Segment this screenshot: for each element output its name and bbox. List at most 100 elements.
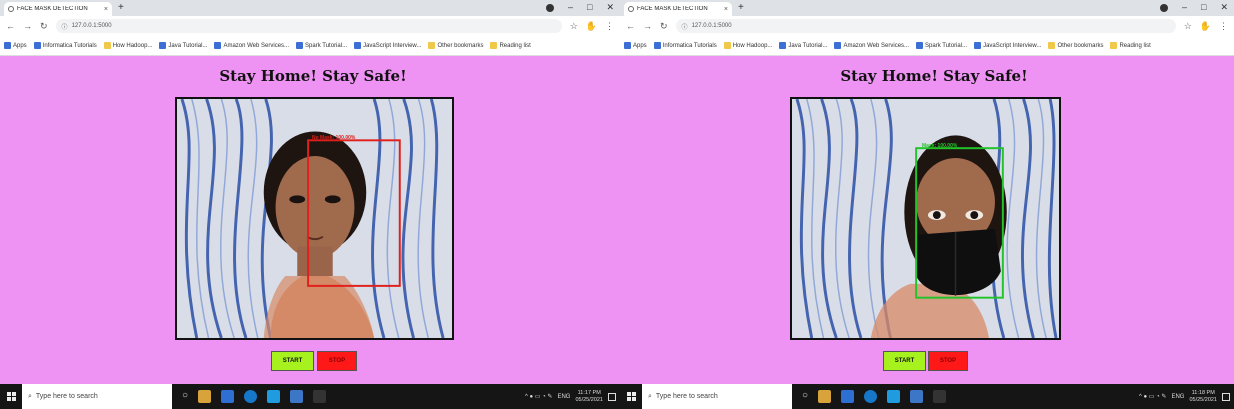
folder-icon [103,42,111,49]
bookmark-item[interactable]: Spark Tutorial... [916,42,967,49]
close-tab-icon[interactable]: × [724,6,728,13]
start-button[interactable]: START [271,351,314,371]
start-button[interactable]: START [883,351,926,371]
app-icon[interactable] [267,390,281,403]
address-bar[interactable]: ⓘ 127.0.0.1:5000 [55,19,562,33]
reload-icon[interactable]: ↻ [40,21,48,32]
screen-right: FACE MASK DETECTION × + – □ ✕ ← → ↻ ⓘ 12… [620,0,1234,409]
bookmark-item[interactable]: How Hadoop... [103,42,152,49]
record-icon [1160,4,1168,12]
forward-icon[interactable]: → [23,21,32,31]
tab-strip: FACE MASK DETECTION × + – □ ✕ [0,0,620,16]
bookmark-icon [779,42,787,49]
file-explorer-icon[interactable] [818,390,832,403]
taskbar-search[interactable]: ⌕ Type here to search [22,384,172,409]
chrome-taskbar-icon[interactable] [290,390,304,403]
bookmark-item[interactable]: How Hadoop... [723,42,772,49]
bookmark-item[interactable]: JavaScript Interview... [974,42,1041,49]
camera-feed: No Mask: 100.00% [175,97,454,340]
tray-icons[interactable]: ^ ● ▭ ◔ ✎ [525,393,552,400]
bookmark-item[interactable]: Other bookmarks [428,42,483,49]
back-icon[interactable]: ← [6,21,15,31]
camera-image [792,99,1059,338]
browser-tab[interactable]: FACE MASK DETECTION × [624,2,732,16]
bookmark-item[interactable]: Reading list [490,42,531,49]
extension-icon[interactable]: ✋ [1200,21,1211,32]
app-icon[interactable] [887,390,901,403]
system-tray: ^ ● ▭ ◔ ✎ ENG 11:18 PM 05/25/2021 [1139,390,1234,404]
folder-icon [490,42,498,49]
chrome-favicon [8,6,14,12]
bookmark-item[interactable]: Informatica Tutorials [33,42,97,49]
page-title: Stay Home! Stay Safe! [840,67,1028,85]
bookmark-icon [33,42,41,49]
windows-logo-icon[interactable] [620,384,642,409]
minimize-button[interactable]: – [568,2,573,13]
bookmark-icon [159,42,167,49]
clock[interactable]: 11:18 PM 05/25/2021 [1189,390,1217,404]
bookmark-item[interactable]: JavaScript Interview... [354,42,421,49]
window-controls: – □ ✕ [546,2,614,13]
menu-icon[interactable]: ⋮ [605,21,614,32]
bookmark-item[interactable]: Java Tutorial... [159,42,207,49]
store-icon[interactable] [841,390,855,403]
close-window-button[interactable]: ✕ [1220,2,1228,13]
stop-button[interactable]: STOP [928,351,968,371]
terminal-icon[interactable] [313,390,327,403]
forward-icon[interactable]: → [643,21,652,31]
close-tab-icon[interactable]: × [104,6,108,13]
apps-icon [4,42,11,49]
chrome-taskbar-icon[interactable] [910,390,924,403]
bookmark-item[interactable]: Apps [4,42,27,49]
notification-icon[interactable] [1222,392,1230,401]
info-icon[interactable]: ⓘ [62,22,68,31]
extension-icon[interactable]: ✋ [586,21,597,32]
browser-chrome: FACE MASK DETECTION × + – □ ✕ ← → ↻ ⓘ 12… [0,0,620,56]
close-window-button[interactable]: ✕ [606,2,614,13]
edge-icon[interactable] [864,390,878,403]
taskbar: ⌕ Type here to search ○ ^ ● ▭ ◔ ✎ ENG 11… [620,384,1234,409]
notification-icon[interactable] [608,392,616,401]
clock[interactable]: 11:17 PM 05/25/2021 [575,390,603,404]
browser-tab[interactable]: FACE MASK DETECTION × [4,2,112,16]
edge-icon[interactable] [244,390,258,403]
detection-label: No Mask: 100.00% [312,135,356,141]
maximize-button[interactable]: □ [1201,2,1206,13]
bookmark-item[interactable]: Spark Tutorial... [296,42,347,49]
bookmark-icon [296,42,304,49]
task-view-icon[interactable]: ○ [802,390,808,403]
bookmark-icon [916,42,924,49]
minimize-button[interactable]: – [1182,2,1187,13]
address-bar[interactable]: ⓘ 127.0.0.1:5000 [675,19,1176,33]
windows-logo-icon[interactable] [0,384,22,409]
tab-title: FACE MASK DETECTION [637,6,708,12]
bookmark-item[interactable]: Amazon Web Services... [214,42,289,49]
file-explorer-icon[interactable] [198,390,212,403]
bookmark-item[interactable]: Informatica Tutorials [653,42,717,49]
terminal-icon[interactable] [933,390,947,403]
language-indicator[interactable]: ENG [557,394,570,400]
tray-icons[interactable]: ^ ● ▭ ◔ ✎ [1139,393,1166,400]
bookmark-item[interactable]: Other bookmarks [1048,42,1103,49]
taskbar-search-placeholder: Type here to search [35,393,98,400]
bookmark-item[interactable]: Amazon Web Services... [834,42,909,49]
menu-icon[interactable]: ⋮ [1219,21,1228,32]
bookmark-item[interactable]: Apps [624,42,647,49]
task-view-icon[interactable]: ○ [182,390,188,403]
star-icon[interactable]: ☆ [570,21,578,32]
taskbar-apps: ○ [792,390,947,403]
clock-time: 11:18 PM [1191,389,1215,396]
info-icon[interactable]: ⓘ [682,22,688,31]
language-indicator[interactable]: ENG [1171,394,1184,400]
new-tab-button[interactable]: + [118,2,124,13]
stop-button[interactable]: STOP [317,351,357,371]
store-icon[interactable] [221,390,235,403]
reload-icon[interactable]: ↻ [660,21,668,32]
new-tab-button[interactable]: + [738,2,744,13]
bookmark-item[interactable]: Java Tutorial... [779,42,827,49]
back-icon[interactable]: ← [626,21,635,31]
star-icon[interactable]: ☆ [1184,21,1192,32]
bookmark-item[interactable]: Reading list [1110,42,1151,49]
taskbar-search[interactable]: ⌕ Type here to search [642,384,792,409]
maximize-button[interactable]: □ [587,2,592,13]
